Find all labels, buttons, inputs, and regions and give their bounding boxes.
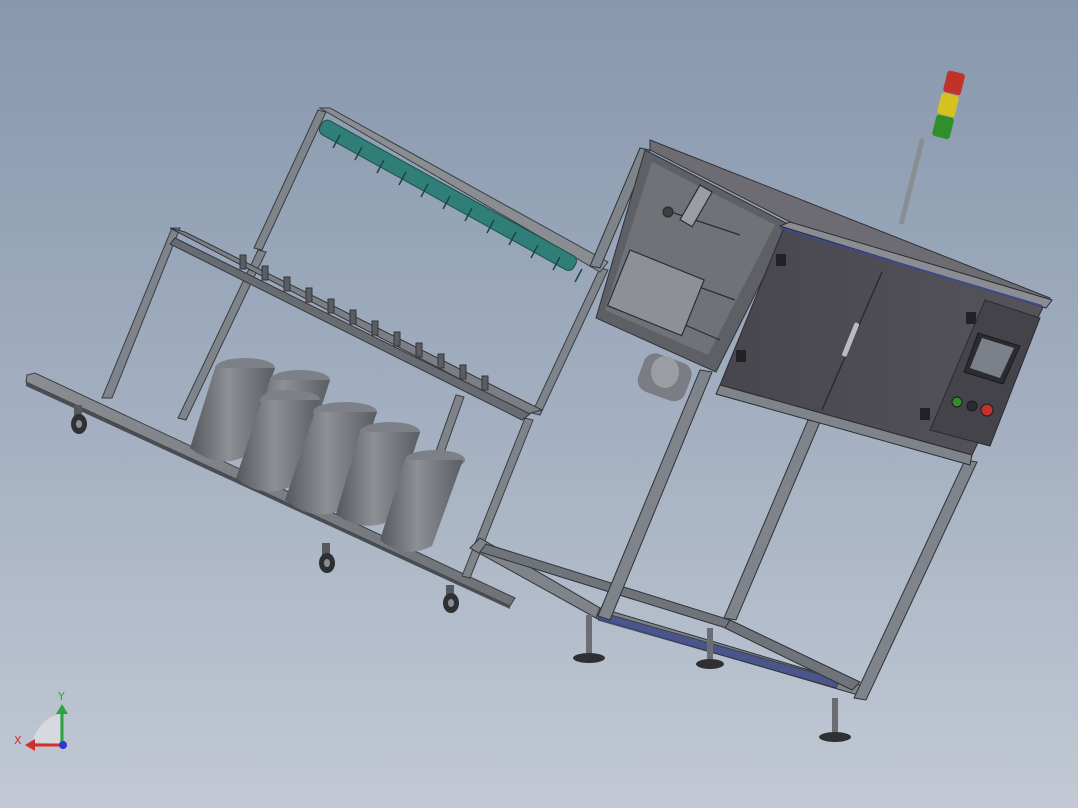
bobbin-row (318, 119, 583, 283)
stop-button[interactable] (966, 400, 978, 412)
start-button[interactable] (951, 396, 963, 408)
z-axis-icon (59, 741, 67, 749)
bobbin-trolley[interactable] (25, 107, 609, 613)
leveling-foot (819, 698, 851, 742)
caster-wheel (443, 585, 459, 613)
stack-light (898, 70, 965, 225)
cad-viewport[interactable]: Y X (0, 0, 1078, 808)
x-axis-label: X (14, 734, 22, 747)
machine-base-frame (469, 537, 861, 696)
emergency-stop-button[interactable] (980, 403, 994, 417)
orientation-triad: Y X (14, 690, 68, 751)
caster-wheel (319, 543, 335, 573)
leveling-foot (573, 615, 605, 663)
y-axis-label: Y (57, 690, 65, 703)
3d-model-view[interactable]: Y X (0, 0, 1078, 808)
trolley-top-rail (318, 107, 609, 273)
triad-plane-icon (32, 714, 60, 744)
winding-machine[interactable] (469, 70, 1053, 742)
